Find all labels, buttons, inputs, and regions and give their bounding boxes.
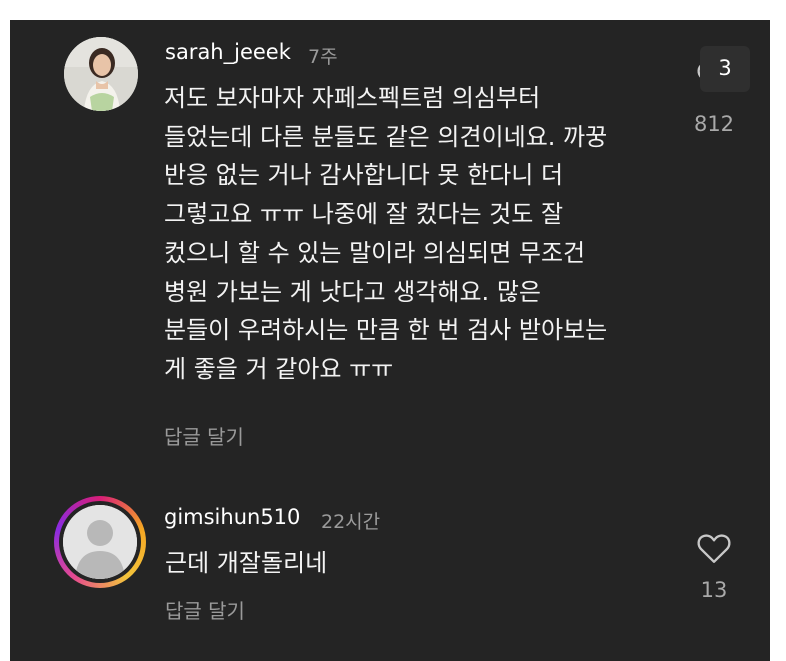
avatar[interactable] xyxy=(64,37,138,111)
avatar xyxy=(63,505,137,579)
default-avatar-icon xyxy=(63,505,137,579)
comment-line: 게 좋을 거 같아요 ㅠㅠ xyxy=(164,354,394,383)
comment-text: 근데 개잘돌리네 xyxy=(165,549,328,577)
like-count: 812 xyxy=(693,112,735,136)
comment-line: 컸으니 할 수 있는 말이라 의심되면 무조건 xyxy=(164,238,586,267)
heart-outline-icon[interactable] xyxy=(696,532,732,564)
comment-line: 저도 보자마자 자페스펙트럼 의심부터 xyxy=(164,84,541,112)
like-count: 13 xyxy=(700,578,728,602)
notification-badge[interactable]: 3 xyxy=(700,46,750,92)
comment-line: 반응 없는 거나 감사합니다 못 한다니 더 xyxy=(164,161,564,190)
comments-panel: sarah_jeeek 7주 저도 보자마자 자페스펙트럼 의심부터 들었는데 … xyxy=(10,20,770,661)
notification-count: 3 xyxy=(718,56,732,80)
comment-text: 저도 보자마자 자페스펙트럼 의심부터 들었는데 다른 분들도 같은 의견이네요… xyxy=(164,79,607,389)
comment-username[interactable]: sarah_jeeek xyxy=(165,40,291,64)
comment-timestamp: 7주 xyxy=(308,46,338,68)
comment-line: 분들이 우려하시는 만큼 한 번 검사 받아보는 xyxy=(164,316,608,345)
comment-username[interactable]: gimsihun510 xyxy=(164,505,300,529)
comment-timestamp: 22시간 xyxy=(321,511,381,533)
profile-photo xyxy=(64,37,138,111)
comment-line: 병원 가보는 게 낫다고 생각해요. 많은 xyxy=(164,277,541,306)
story-ring[interactable] xyxy=(54,496,146,588)
reply-button[interactable]: 답글 달기 xyxy=(165,595,245,624)
comment-line: 그렇고요 ㅠㅠ 나중에 잘 컸다는 것도 잘 xyxy=(164,200,564,229)
comment-line: 들었는데 다른 분들도 같은 의견이네요. 까꿍 xyxy=(164,122,608,151)
reply-button[interactable]: 답글 달기 xyxy=(164,421,244,450)
